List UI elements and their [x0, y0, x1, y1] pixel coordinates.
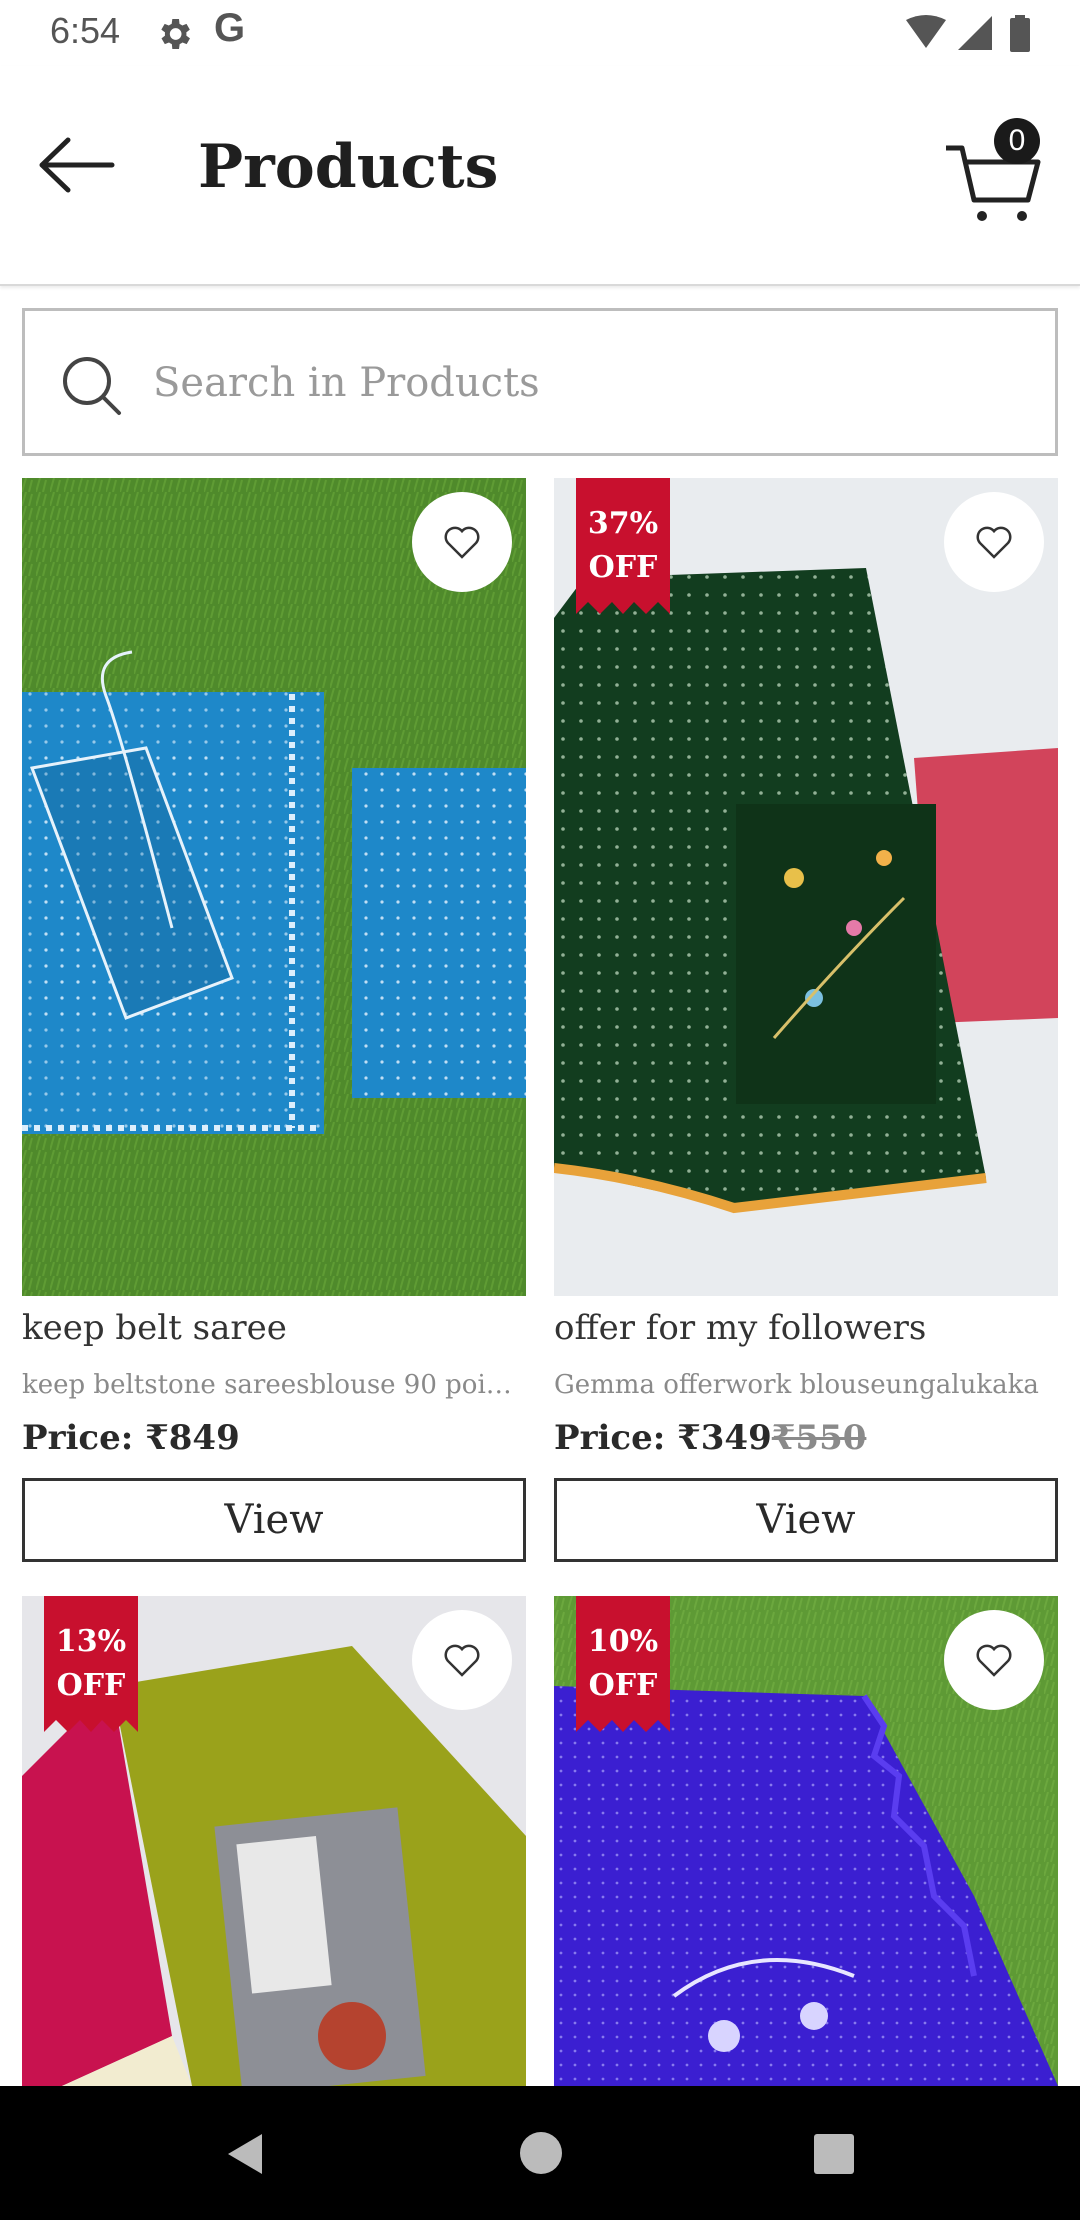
status-bar: 6:54 G [0, 0, 1080, 66]
search-icon [63, 357, 121, 415]
view-button[interactable]: View [554, 1478, 1058, 1562]
product-card[interactable]: 13% OFF [22, 1596, 526, 2086]
product-name: offer for my followers [554, 1308, 927, 1348]
heart-icon [976, 526, 1012, 559]
favorite-button[interactable] [412, 492, 512, 592]
price-current: Price: ₹349 [554, 1418, 772, 1458]
favorite-button[interactable] [412, 1610, 512, 1710]
heart-icon [444, 1644, 480, 1677]
product-name: keep belt saree [22, 1308, 287, 1348]
cart-button[interactable]: 0 [940, 118, 1050, 228]
app-bar: Products 0 [0, 66, 1080, 286]
discount-off: OFF [588, 1668, 658, 1703]
product-card[interactable]: 37% OFF offer for my followers Gemma offe… [554, 478, 1058, 1562]
discount-percent: 10% [587, 1624, 659, 1659]
home-circle-icon[interactable] [518, 2130, 564, 2176]
discount-percent: 37% [587, 506, 659, 541]
discount-percent: 13% [55, 1624, 127, 1659]
product-image[interactable]: 13% OFF [22, 1596, 526, 2086]
product-description: Gemma offerwork blouseungalukaka [554, 1370, 1039, 1400]
favorite-button[interactable] [944, 492, 1044, 592]
view-button[interactable]: View [22, 1478, 526, 1562]
status-time: 6:54 [50, 10, 121, 51]
product-description: keep beltstone sareesblouse 90 point… [22, 1370, 526, 1400]
search-input[interactable] [153, 341, 1013, 425]
heart-icon [976, 1644, 1012, 1677]
discount-off: OFF [588, 550, 658, 585]
favorite-button[interactable] [944, 1610, 1044, 1710]
product-image[interactable]: 37% OFF [554, 478, 1058, 1296]
signal-icon [958, 16, 992, 50]
wifi-icon [906, 15, 946, 48]
battery-icon [1010, 18, 1030, 52]
product-card[interactable]: 10% OFF [554, 1596, 1058, 2086]
heart-icon [444, 526, 480, 559]
discount-badge: 13% OFF [44, 1596, 138, 1732]
price-current: Price: ₹849 [22, 1418, 240, 1458]
discount-off: OFF [56, 1668, 126, 1703]
product-image[interactable]: 10% OFF [554, 1596, 1058, 2086]
google-icon: G [214, 6, 246, 50]
arrow-left-icon[interactable] [32, 130, 122, 200]
discount-badge: 37% OFF [576, 478, 670, 614]
cart-count-badge: 0 [994, 118, 1040, 164]
product-price: Price: ₹349₹550 [554, 1418, 866, 1458]
product-image[interactable] [22, 478, 526, 1296]
system-status-icons [906, 15, 1030, 52]
product-card[interactable]: keep belt saree keep beltstone sareesblo… [22, 478, 526, 1562]
gear-icon [161, 19, 190, 49]
product-price: Price: ₹849 [22, 1418, 240, 1458]
search-box[interactable] [22, 308, 1058, 456]
system-nav-bar [0, 2086, 1080, 2220]
recents-square-icon[interactable] [812, 2132, 856, 2176]
back-triangle-icon[interactable] [222, 2130, 270, 2178]
price-original: ₹550 [771, 1418, 867, 1458]
discount-badge: 10% OFF [576, 1596, 670, 1732]
page-title: Products [198, 132, 499, 202]
